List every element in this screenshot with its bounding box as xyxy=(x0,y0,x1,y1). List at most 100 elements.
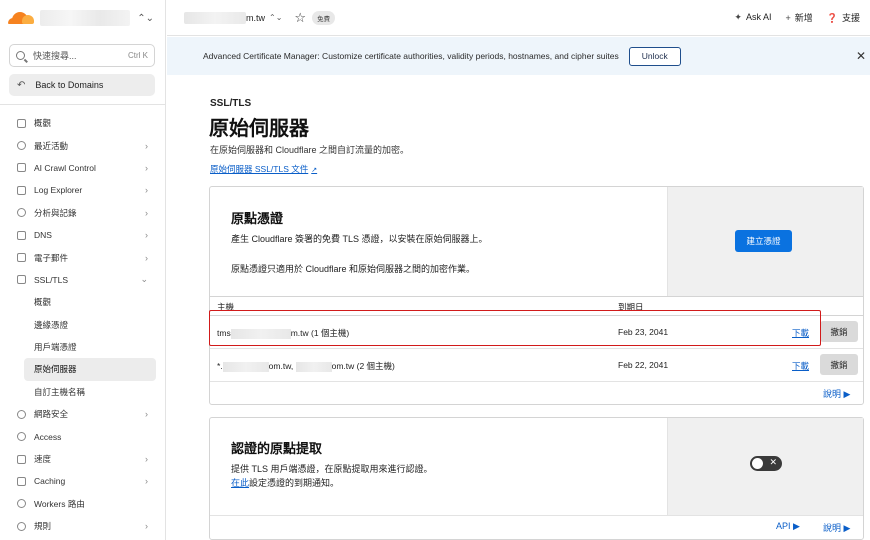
sidebar-item-ssl-tls[interactable]: SSL/TLS ⌄ xyxy=(0,269,166,291)
search-icon xyxy=(16,51,25,60)
cert-expiry: Feb 22, 2041 xyxy=(618,360,669,370)
chevron-right-icon: › xyxy=(145,409,148,420)
support-label: 支援 xyxy=(841,13,860,23)
chevron-right-icon: › xyxy=(145,207,148,218)
create-certificate-button[interactable]: 建立憑證 xyxy=(735,230,792,252)
sidebar-item-workers-routes[interactable]: Workers 路由 xyxy=(0,493,166,515)
host-prefix: tms xyxy=(217,328,231,338)
revoke-button[interactable]: 撤銷 xyxy=(820,354,858,375)
notification-settings-link[interactable]: 在此 xyxy=(231,478,249,488)
sidebar-subitem-custom-hostnames[interactable]: 自訂主機名稱 xyxy=(0,381,166,403)
add-new-button[interactable]: + 新增 xyxy=(785,11,812,24)
sidebar-item-label: 電子郵件 xyxy=(34,252,69,263)
toggle-knob xyxy=(752,458,763,469)
ask-ai-label: Ask AI xyxy=(745,12,772,22)
sidebar-item-dns[interactable]: DNS › xyxy=(0,224,166,246)
access-icon xyxy=(17,432,26,442)
domain-name-suffix[interactable]: m.tw xyxy=(246,13,265,23)
sidebar-item-log-explorer[interactable]: Log Explorer › xyxy=(0,179,166,201)
unlock-button[interactable]: Unlock xyxy=(628,46,681,66)
page-description: 在原始伺服器和 Cloudflare 之間自訂流量的加密。 xyxy=(210,145,410,155)
sidebar-subitem-overview[interactable]: 概觀 xyxy=(0,291,166,313)
cert-table-header: 主機 到期日 xyxy=(210,296,863,316)
star-icon[interactable]: ☆ xyxy=(294,10,306,26)
banner-text: Advanced Certificate Manager: Customize … xyxy=(203,51,619,61)
sidebar-item-speed[interactable]: 速度 › xyxy=(0,448,166,470)
sidebar-nav: 概觀 最近活動 › AI Crawl Control › Log Explorer ›… xyxy=(0,112,166,537)
revoke-button[interactable]: 撤銷 xyxy=(820,321,858,342)
back-to-domains-label: Back to Domains xyxy=(35,80,104,90)
chevron-right-icon: › xyxy=(145,162,148,173)
sidebar-subitem-origin-server[interactable]: 原始伺服器 xyxy=(24,358,156,381)
table-row: tms m.tw (1 個主機) Feb 23, 2041 下載 撤銷 xyxy=(210,316,863,349)
add-new-label: 新增 xyxy=(794,13,813,23)
caret-right-icon: ▶ xyxy=(843,389,851,399)
api-label: API xyxy=(776,521,791,531)
sidebar-item-caching[interactable]: Caching › xyxy=(0,470,166,492)
sidebar-item-label: DNS xyxy=(34,230,52,241)
chevron-right-icon: › xyxy=(145,252,148,263)
host-redacted xyxy=(295,361,332,372)
origin-cert-desc-2: 原點憑證只適用於 Cloudflare 和原始伺服器之間的加密作業。 xyxy=(231,264,476,274)
caret-right-icon: ▶ xyxy=(843,523,851,533)
quick-search-input[interactable]: 快速搜尋... Ctrl K xyxy=(9,44,155,67)
chevron-right-icon: › xyxy=(145,140,148,151)
lock-icon xyxy=(17,275,26,285)
chevron-updown-icon: ⌃⌄ xyxy=(137,12,154,24)
sidebar-item-ai-crawl-control[interactable]: AI Crawl Control › xyxy=(0,157,166,179)
sidebar-item-access[interactable]: Access xyxy=(0,425,166,447)
sidebar-item-label: 分析與記錄 xyxy=(34,207,77,218)
origin-cert-desc-1: 產生 Cloudflare 簽署的免費 TLS 憑證，以安裝在原始伺服器上。 xyxy=(231,234,488,244)
sidebar-item-label: Log Explorer xyxy=(34,185,83,196)
domain-name-redacted xyxy=(184,11,246,24)
support-button[interactable]: ❓ 支援 xyxy=(827,11,860,24)
clock-icon xyxy=(17,141,26,151)
origin-ssl-docs-link[interactable]: 原始伺服器 SSL/TLS 文件 ↗ xyxy=(210,163,317,175)
help-label: 說明 xyxy=(823,389,842,399)
breadcrumb: SSL/TLS xyxy=(210,98,252,109)
sidebar-item-label: 最近活動 xyxy=(34,140,69,151)
robot-icon xyxy=(17,163,26,173)
network-icon xyxy=(17,230,26,240)
sidebar-item-recent-activity[interactable]: 最近活動 › xyxy=(0,134,166,156)
chevron-right-icon: › xyxy=(145,476,148,487)
close-icon[interactable]: ✕ xyxy=(856,49,866,63)
sidebar-item-analytics[interactable]: 分析與記錄 › xyxy=(0,202,166,224)
shield-icon xyxy=(17,409,26,419)
sidebar-item-rules[interactable]: 規則 › xyxy=(0,515,166,537)
chevron-updown-icon[interactable]: ⌃⌄ xyxy=(269,13,282,22)
sidebar-item-email[interactable]: 電子郵件 › xyxy=(0,246,166,268)
sidebar-item-label: 概觀 xyxy=(34,118,52,129)
sidebar-subitem-client-certificates[interactable]: 用戶端憑證 xyxy=(0,336,166,358)
sidebar-item-overview[interactable]: 概觀 xyxy=(0,112,166,134)
origin-cert-help-link[interactable]: 說明 ▶ xyxy=(823,387,850,400)
api-link[interactable]: API ▶ xyxy=(776,521,800,532)
sidebar-subitem-edge-certificates[interactable]: 邊緣憑證 xyxy=(0,314,166,336)
plan-badge: 免費 xyxy=(312,10,336,25)
download-link[interactable]: 下載 xyxy=(792,360,809,372)
aop-toggle[interactable]: ✕ xyxy=(750,456,782,471)
back-arrow-icon: ↶ xyxy=(17,79,26,91)
lightning-icon xyxy=(17,454,26,464)
plus-icon: + xyxy=(785,13,791,23)
top-actions: ✦ Ask AI + 新增 ❓ 支援 xyxy=(734,11,860,24)
origin-cert-title: 原點憑證 xyxy=(231,211,284,226)
cert-host: tms m.tw (1 個主機) xyxy=(217,327,349,339)
database-icon xyxy=(17,476,26,486)
back-to-domains-button[interactable]: ↶ Back to Domains xyxy=(9,74,155,96)
ask-ai-button[interactable]: ✦ Ask AI xyxy=(734,12,771,23)
host-suffix: om.tw (2 個主機) xyxy=(331,361,395,371)
origin-cert-actions: 建立憑證 xyxy=(667,187,863,296)
account-switcher[interactable]: ⌃⌄ xyxy=(8,6,158,30)
aop-help-link[interactable]: 說明 ▶ xyxy=(823,521,850,534)
host-redacted xyxy=(222,361,269,372)
sidebar-item-label: SSL/TLS xyxy=(34,274,69,285)
sidebar-item-security[interactable]: 網路安全 › xyxy=(0,403,166,425)
chevron-right-icon: › xyxy=(145,185,148,196)
chevron-down-icon: ⌄ xyxy=(140,274,148,285)
download-link[interactable]: 下載 xyxy=(792,327,809,339)
card-divider xyxy=(210,515,863,516)
mail-icon xyxy=(17,253,26,263)
help-circle-icon: ❓ xyxy=(826,13,838,23)
page-title: 原始伺服器 xyxy=(209,118,309,140)
